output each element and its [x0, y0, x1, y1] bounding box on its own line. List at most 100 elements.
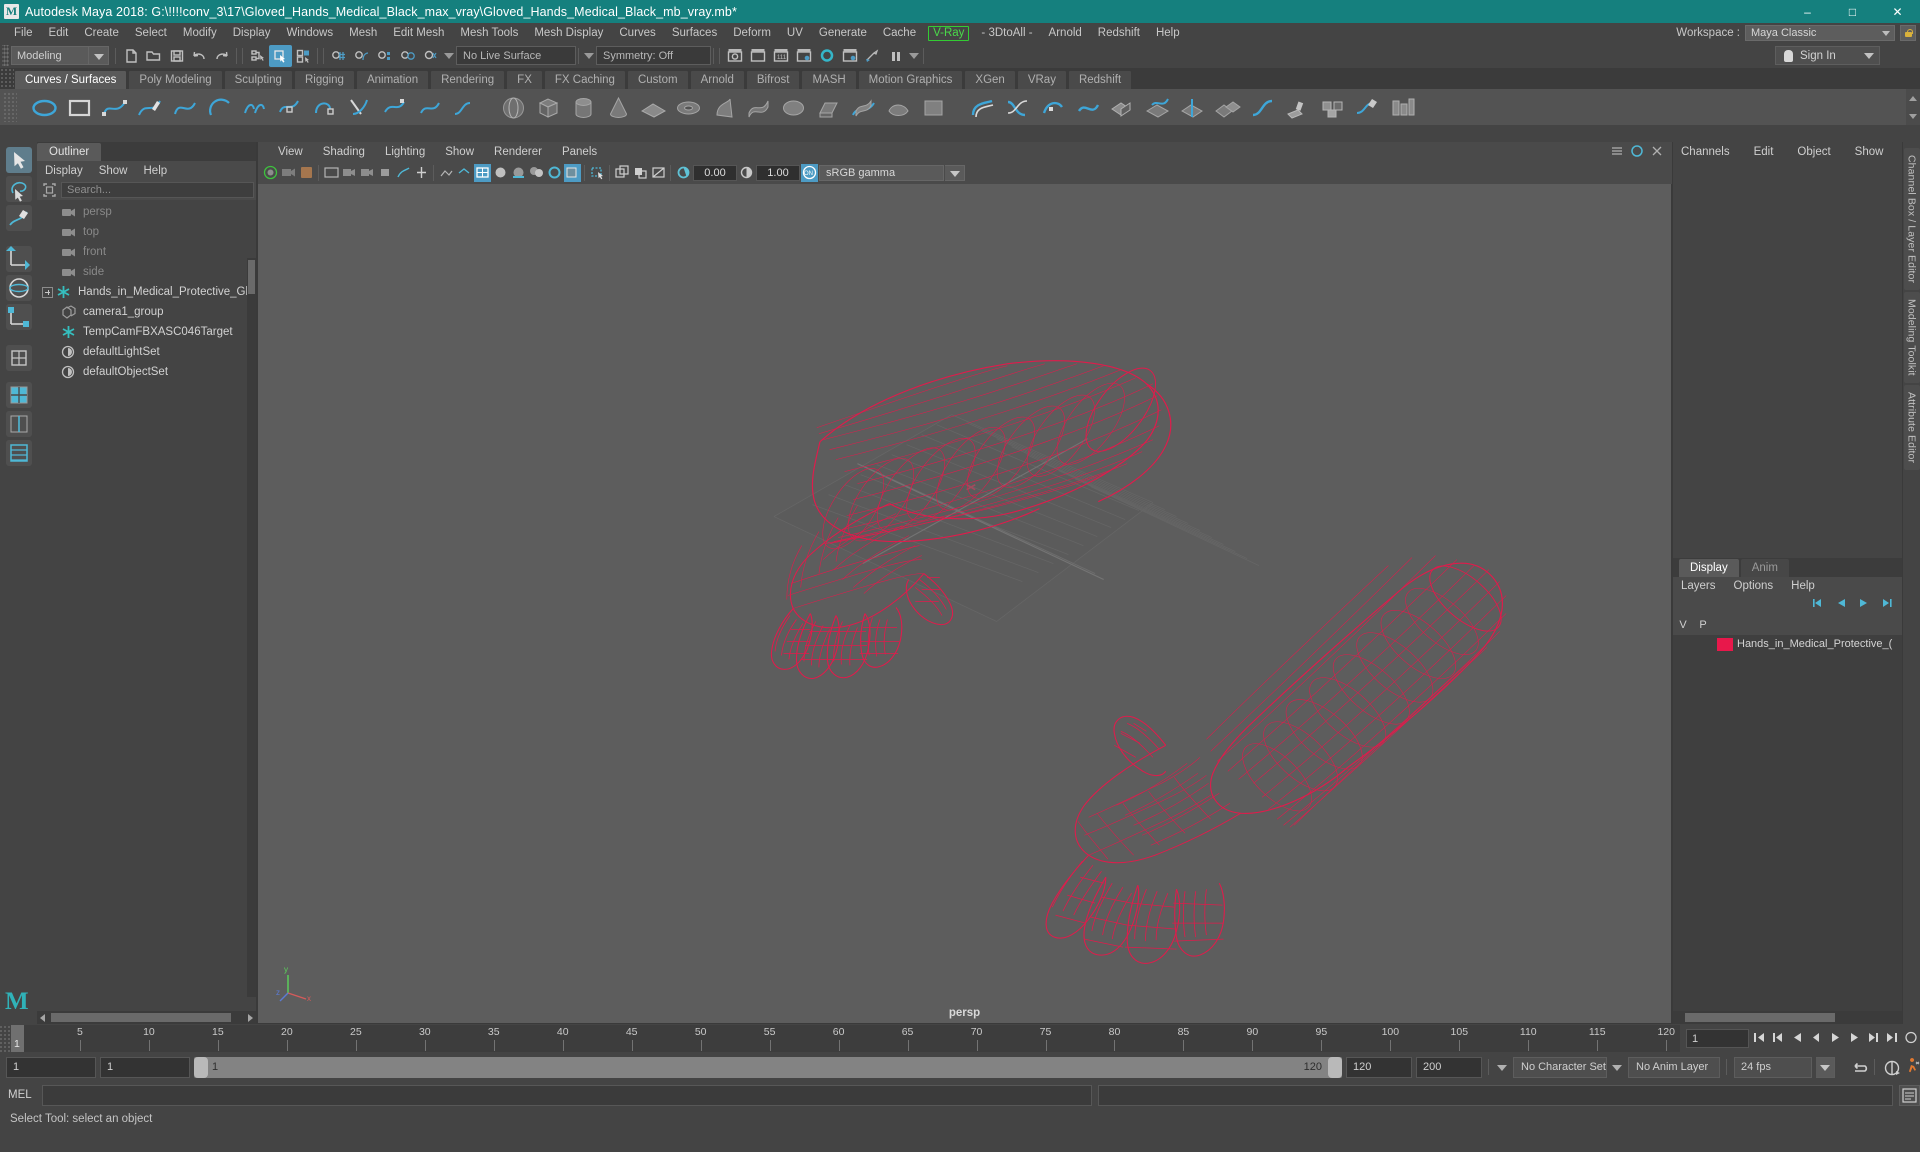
vtab-attribute-editor[interactable]: Attribute Editor	[1903, 384, 1920, 470]
command-output[interactable]	[1098, 1084, 1893, 1106]
go-to-start-icon[interactable]	[1751, 1029, 1768, 1048]
render-sequence-icon[interactable]	[838, 45, 861, 67]
step-forward-key-icon[interactable]	[1865, 1029, 1882, 1048]
surface-editor-icon[interactable]	[1318, 93, 1347, 122]
layer-horizontal-scrollbar[interactable]	[1673, 1011, 1902, 1024]
symmetry-dropdown-arrow[interactable]	[582, 46, 596, 65]
shadows-toggle-icon[interactable]	[564, 164, 581, 182]
menu-curves[interactable]: Curves	[611, 23, 663, 43]
playback-loop-icon[interactable]	[1851, 1058, 1868, 1077]
menu-arnold[interactable]: Arnold	[1041, 23, 1090, 43]
viewport-menu-show[interactable]: Show	[435, 146, 484, 158]
range-slider[interactable]: 1 120	[194, 1056, 1342, 1078]
revolve-icon[interactable]	[709, 93, 738, 122]
channel-box-content[interactable]	[1673, 162, 1902, 558]
layout-two-pane-button[interactable]	[5, 411, 32, 437]
layer-last-icon[interactable]	[1880, 596, 1894, 615]
curve-fillet-icon[interactable]	[450, 93, 479, 122]
layer-first-icon[interactable]	[1811, 596, 1825, 615]
lasso-tool-button[interactable]	[5, 176, 32, 202]
bezier-curve-icon[interactable]	[170, 93, 199, 122]
new-scene-icon[interactable]	[119, 45, 142, 67]
shelf-tab-curves-surfaces[interactable]: Curves / Surfaces	[14, 70, 128, 89]
outliner-item-camera1-group[interactable]: camera1_group	[37, 302, 256, 322]
menu-generate[interactable]: Generate	[811, 23, 875, 43]
snap-to-view-plane-icon[interactable]	[419, 45, 442, 67]
outliner-item-side[interactable]: side	[37, 262, 256, 282]
snap-to-grid-icon[interactable]	[327, 45, 350, 67]
maximize-button[interactable]: □	[1830, 0, 1875, 23]
surface-rebuild-icon[interactable]	[1388, 93, 1417, 122]
shelf-scroll-controls[interactable]	[1906, 89, 1920, 125]
surface-attach-icon[interactable]	[1143, 93, 1172, 122]
render-view-icon[interactable]	[815, 45, 838, 67]
ipr-render-icon[interactable]	[746, 45, 769, 67]
camera-attributes-icon[interactable]	[280, 164, 297, 182]
animation-preferences-icon[interactable]	[1903, 1057, 1920, 1077]
expand-toggle-icon[interactable]	[42, 286, 53, 298]
range-handle-left[interactable]	[194, 1056, 208, 1078]
undo-icon[interactable]	[188, 45, 211, 67]
snap-to-projected-center-icon[interactable]	[396, 45, 419, 67]
shelf-tab-rigging[interactable]: Rigging	[293, 70, 355, 89]
panel-tearoff-icon[interactable]	[1610, 144, 1624, 163]
render-settings-icon[interactable]: 111	[769, 45, 792, 67]
plane-icon[interactable]	[639, 93, 668, 122]
channel-box-menu-channels[interactable]: Channels	[1681, 146, 1730, 158]
step-back-key-icon[interactable]	[1770, 1029, 1787, 1048]
3d-viewport[interactable]: y x z persp	[257, 184, 1672, 1024]
shelf-grip[interactable]	[0, 68, 14, 89]
square-surface-icon[interactable]	[919, 93, 948, 122]
outliner-item-persp[interactable]: persp	[37, 202, 256, 222]
live-surface-field[interactable]: No Live Surface	[456, 46, 576, 65]
cone-icon[interactable]	[604, 93, 633, 122]
lighting-toggle-icon[interactable]	[546, 164, 563, 182]
shelf-tab-vray[interactable]: VRay	[1016, 70, 1067, 89]
script-editor-icon[interactable]	[1899, 1084, 1920, 1106]
range-handle-right[interactable]	[1328, 1056, 1342, 1078]
planar-icon[interactable]	[779, 93, 808, 122]
viewport-menu-view[interactable]: View	[268, 146, 313, 158]
xray-active-components-icon[interactable]	[650, 164, 667, 182]
vtab-modeling-toolkit[interactable]: Modeling Toolkit	[1903, 292, 1920, 383]
xray-toggle-icon[interactable]	[456, 164, 473, 182]
sign-in-button[interactable]: Sign In	[1775, 46, 1880, 65]
auto-keyframe-icon[interactable]	[1882, 1058, 1900, 1077]
layer-tab-anim[interactable]: Anim	[1740, 558, 1789, 577]
panel-close-icon[interactable]	[1650, 144, 1664, 163]
xray-shaded-icon[interactable]	[614, 164, 631, 182]
channel-box-menu-object[interactable]: Object	[1797, 146, 1830, 158]
boundary-icon[interactable]	[884, 93, 913, 122]
menu-cache[interactable]: Cache	[875, 23, 924, 43]
shelf-tab-mash[interactable]: MASH	[801, 70, 857, 89]
outliner-item-default-light-set[interactable]: defaultLightSet	[37, 342, 256, 362]
viewport-menu-lighting[interactable]: Lighting	[375, 146, 435, 158]
curve-cv-hardness-icon[interactable]	[345, 93, 374, 122]
image-plane-icon[interactable]	[323, 164, 340, 182]
surface-intersect-icon[interactable]	[1003, 93, 1032, 122]
move-tool-button[interactable]	[5, 246, 32, 272]
layer-prev-icon[interactable]	[1834, 596, 1848, 615]
time-slider-track[interactable]: 1 5 10 15 20 25 30 35 40 45 50 55 60 65 70 75 80 85 90 95 1…	[11, 1025, 1680, 1052]
select-by-hierarchy-icon[interactable]	[246, 45, 269, 67]
command-input[interactable]	[42, 1084, 1092, 1106]
layer-menu-layers[interactable]: Layers	[1681, 580, 1716, 592]
character-set-arrow[interactable]	[1496, 1057, 1509, 1078]
paint-surface-icon[interactable]	[1353, 93, 1382, 122]
scrollbar-thumb[interactable]	[248, 260, 255, 294]
gate-mask-icon[interactable]	[413, 164, 430, 182]
fps-dropdown-arrow[interactable]	[1816, 1056, 1835, 1078]
layer-list[interactable]: V P Hands_in_Medical_Protective_(	[1673, 615, 1902, 1011]
surface-fillet-icon[interactable]	[1248, 93, 1277, 122]
surface-trim-icon[interactable]	[1038, 93, 1067, 122]
scroll-down-icon[interactable]	[1909, 113, 1917, 119]
rotate-tool-button[interactable]	[5, 275, 32, 301]
render-current-frame-icon[interactable]	[723, 45, 746, 67]
render-options-arrow[interactable]	[907, 46, 921, 65]
outliner-item-default-object-set[interactable]: defaultObjectSet	[37, 362, 256, 382]
layer-tab-display[interactable]: Display	[1679, 558, 1739, 577]
layer-row[interactable]: Hands_in_Medical_Protective_(	[1673, 635, 1902, 654]
wireframe-on-shaded-icon[interactable]	[474, 164, 491, 182]
anim-end-field[interactable]: 200	[1416, 1056, 1482, 1078]
cylinder-icon[interactable]	[569, 93, 598, 122]
